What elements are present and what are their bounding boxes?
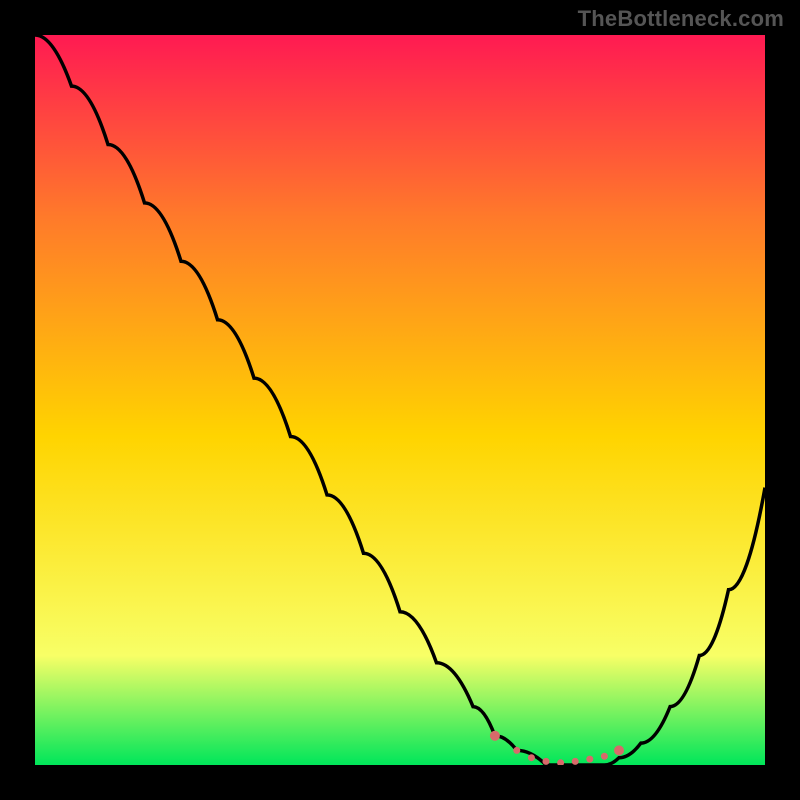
highlight-dot xyxy=(586,756,593,763)
watermark-text: TheBottleneck.com xyxy=(578,6,784,32)
highlight-dot xyxy=(543,758,550,765)
plot-area xyxy=(35,35,765,765)
highlight-dot xyxy=(614,745,624,755)
highlight-dot xyxy=(513,747,520,754)
gradient-background xyxy=(35,35,765,765)
highlight-dot xyxy=(490,731,500,741)
chart-frame: TheBottleneck.com xyxy=(0,0,800,800)
highlight-dot xyxy=(572,758,579,765)
highlight-dot xyxy=(528,754,535,761)
plot-svg xyxy=(35,35,765,765)
highlight-dot xyxy=(601,753,608,760)
